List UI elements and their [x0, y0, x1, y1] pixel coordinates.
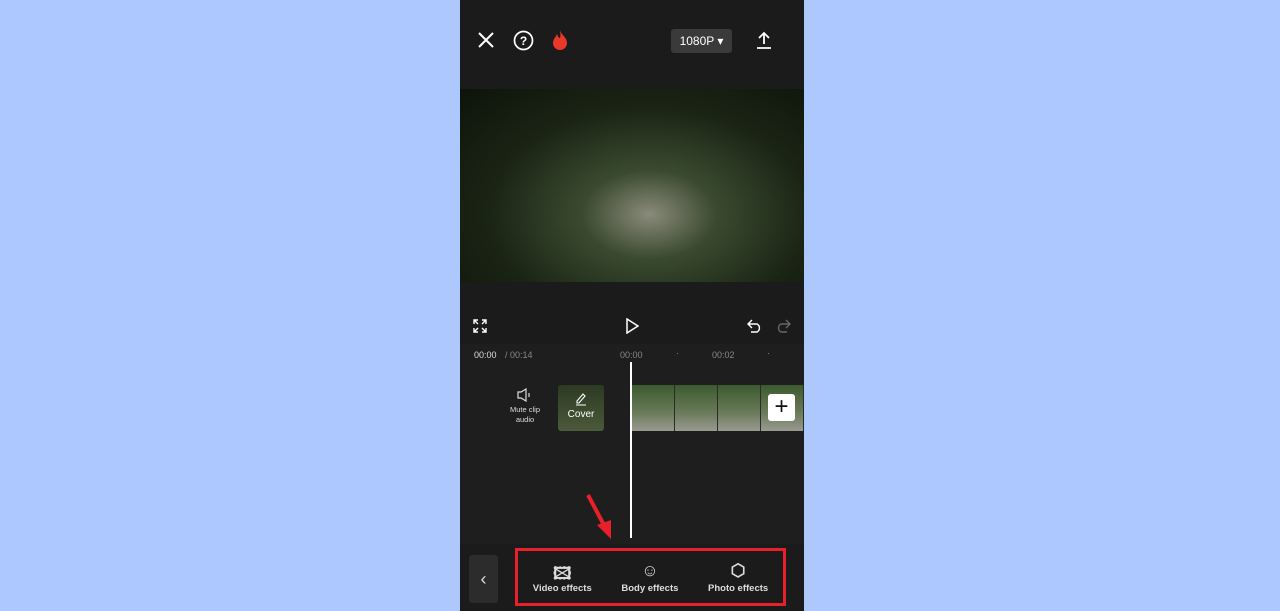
playback-controls — [460, 282, 804, 344]
ruler-tick: 00:00 — [620, 350, 643, 360]
redo-icon[interactable] — [775, 319, 791, 333]
svg-text:?: ? — [520, 34, 527, 48]
resolution-dropdown[interactable]: 1080P ▾ — [671, 29, 732, 53]
flame-icon[interactable] — [551, 29, 569, 51]
timeline[interactable]: 00:00 / 00:14 00:00 · 00:02 · Mute clip … — [460, 344, 804, 544]
ruler-dot: · — [767, 348, 770, 358]
tool-label: Photo effects — [708, 582, 769, 594]
speaker-icon — [517, 387, 530, 403]
mute-label: Mute clip audio — [509, 405, 540, 424]
bottom-toolbar: ‹ 🖾 Video effects ☺ Body effects ⬡ Photo ef… — [460, 544, 804, 611]
export-icon[interactable] — [755, 31, 773, 49]
body-effects-button[interactable]: ☺ Body effects — [621, 561, 678, 594]
close-icon[interactable] — [477, 31, 495, 49]
ruler-dot: · — [676, 348, 679, 358]
video-preview[interactable] — [460, 89, 804, 282]
playhead[interactable] — [630, 362, 632, 538]
total-time: / 00:14 — [505, 350, 533, 360]
fullscreen-icon[interactable] — [473, 319, 487, 333]
tool-label: Body effects — [621, 582, 679, 594]
edit-icon — [576, 393, 586, 406]
current-time: 00:00 — [474, 350, 497, 360]
body-effects-icon: ☺ — [641, 560, 659, 580]
help-icon[interactable]: ? — [513, 30, 534, 51]
photo-effects-button[interactable]: ⬡ Photo effects — [708, 561, 768, 594]
top-bar: ? 1080P ▾ — [460, 0, 804, 88]
undo-icon[interactable] — [747, 319, 763, 333]
photo-effects-icon: ⬡ — [730, 560, 746, 580]
cover-label: Cover — [567, 409, 595, 420]
video-effects-icon: 🖾 — [553, 563, 572, 583]
cover-button[interactable]: Cover — [558, 385, 604, 431]
red-arrow-annotation — [586, 494, 611, 539]
back-button[interactable]: ‹ — [469, 555, 498, 603]
tool-label: Video effects — [532, 582, 592, 594]
effects-menu: 🖾 Video effects ☺ Body effects ⬡ Photo effe… — [515, 548, 786, 606]
phone-screen: ? 1080P ▾ 00:00 / 00:14 00:00 · 00:02 · … — [460, 0, 804, 611]
resolution-label: 1080P — [679, 34, 715, 48]
ruler-tick: 00:02 — [712, 350, 735, 360]
add-clip-button[interactable]: + — [768, 394, 795, 421]
mute-clip-audio-button[interactable]: Mute clip audio — [500, 387, 550, 425]
video-effects-button[interactable]: 🖾 Video effects — [533, 561, 592, 594]
play-icon[interactable] — [625, 318, 639, 334]
